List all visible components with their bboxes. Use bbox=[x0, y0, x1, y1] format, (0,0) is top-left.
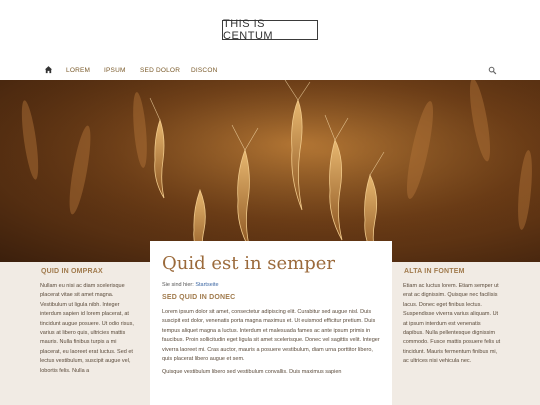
right-sidebar-text: Etiam ac luctus lorem. Etiam semper ut e… bbox=[403, 283, 501, 365]
section-subtitle: SED QUID IN DONEC bbox=[162, 294, 236, 301]
page-title: Quid est in semper bbox=[162, 253, 336, 274]
nav-item-sed-dolor[interactable]: SED DOLOR bbox=[140, 67, 180, 74]
left-sidebar-text: Nullam eu nisi ac diam scelerisque place… bbox=[40, 283, 134, 374]
site-logo[interactable]: THIS IS CENTUM bbox=[222, 18, 318, 42]
main-content-card: Quid est in semper Sie sind hier: Starts… bbox=[150, 241, 392, 405]
main-paragraph-2: Quisque vestibulum libero sed vestibulum… bbox=[162, 369, 342, 376]
hero-wheat-image bbox=[0, 80, 540, 262]
site-header: THIS IS CENTUM LOREM IPSUM SED DOLOR DIS… bbox=[0, 0, 540, 80]
search-icon[interactable] bbox=[488, 66, 497, 75]
breadcrumb-prefix: Sie sind hier: bbox=[162, 282, 194, 288]
nav-item-discon[interactable]: DISCON bbox=[191, 67, 217, 74]
left-sidebar: QUID IN OMPRAX Nullam eu nisi ac diam sc… bbox=[40, 268, 138, 376]
main-navigation: LOREM IPSUM SED DOLOR DISCON bbox=[0, 62, 540, 80]
left-sidebar-title: QUID IN OMPRAX bbox=[41, 268, 103, 275]
right-sidebar: ALTA IN FONTEM Etiam ac luctus lorem. Et… bbox=[403, 268, 501, 367]
breadcrumb: Sie sind hier: Startseite bbox=[162, 282, 380, 288]
breadcrumb-link-home[interactable]: Startseite bbox=[195, 282, 218, 288]
wheat-field-illustration bbox=[0, 80, 540, 262]
main-paragraph-1: Lorem ipsum dolor sit amet, consectetur … bbox=[162, 309, 380, 363]
nav-item-ipsum[interactable]: IPSUM bbox=[104, 67, 126, 74]
right-sidebar-title: ALTA IN FONTEM bbox=[404, 268, 465, 275]
site-logo-text: THIS IS CENTUM bbox=[223, 18, 274, 42]
home-icon[interactable] bbox=[44, 65, 53, 74]
nav-item-lorem[interactable]: LOREM bbox=[66, 67, 90, 74]
